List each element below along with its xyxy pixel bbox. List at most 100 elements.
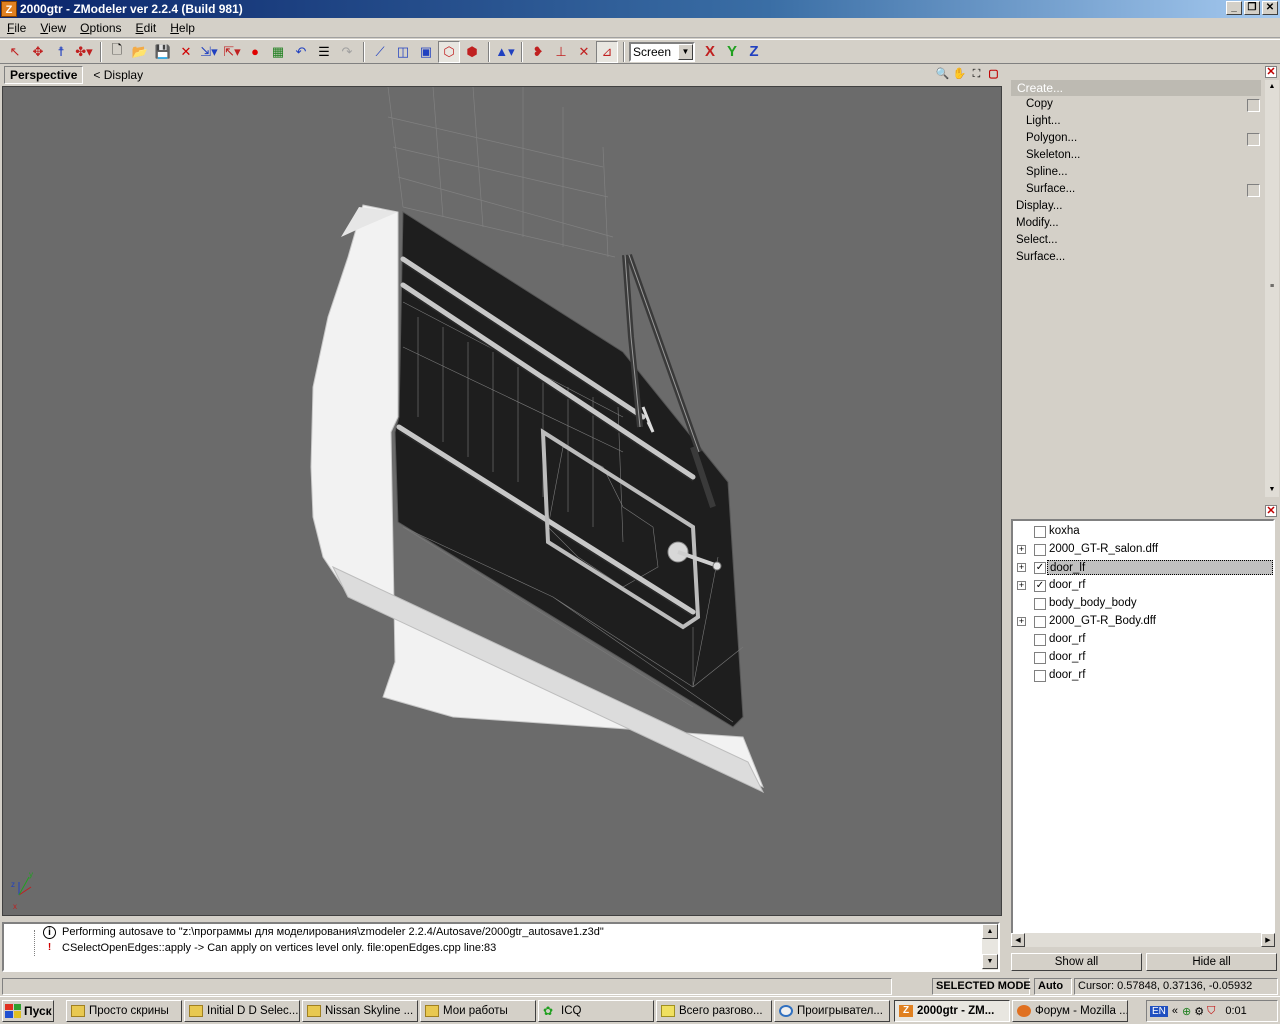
expand-plus-icon[interactable]: +	[1017, 545, 1026, 554]
wireframe-mode-icon[interactable]: ⬡	[438, 40, 460, 63]
taskbar-item[interactable]: Initial D D Selec...	[184, 1000, 300, 1022]
group-modify[interactable]: Modify...	[1016, 217, 1059, 229]
hide-all-button[interactable]: Hide all	[1146, 953, 1277, 971]
scroll-down-icon[interactable]: ▼	[1265, 483, 1279, 497]
expand-plus-icon[interactable]: +	[1017, 563, 1026, 572]
expand-plus-icon[interactable]: +	[1017, 581, 1026, 590]
visibility-checkbox[interactable]: ✓	[1034, 562, 1046, 574]
tree-item[interactable]: door_rf	[1013, 631, 1273, 649]
taskbar-item[interactable]: Nissan Skyline ...	[302, 1000, 418, 1022]
export-icon[interactable]: ⇱▾	[221, 41, 243, 63]
mode-dropdown-icon[interactable]: ✤▾	[73, 41, 95, 63]
minimize-button[interactable]: _	[1226, 1, 1242, 15]
create-header[interactable]: Create...	[1011, 80, 1261, 96]
network-icon[interactable]: ⊕	[1182, 1005, 1191, 1018]
menu-edit[interactable]: Edit	[129, 21, 164, 35]
create-panel-scrollbar[interactable]: ▲ ≡ ▼	[1265, 80, 1279, 497]
scroll-down-icon[interactable]: ▼	[982, 954, 998, 969]
vertex-level-icon[interactable]: ⟋	[369, 41, 391, 63]
create-surface-box[interactable]	[1247, 184, 1260, 197]
object-tree[interactable]: koxha + 2000_GT-R_salon.dff + ✓ door_lf …	[1011, 519, 1275, 939]
scroll-up-icon[interactable]: ▲	[1265, 80, 1279, 94]
taskbar-item[interactable]: ✿ ICQ	[538, 1000, 654, 1022]
create-light[interactable]: Light...	[1026, 115, 1061, 127]
axis-y-button[interactable]: Y	[721, 41, 743, 63]
visibility-checkbox[interactable]: ✓	[1034, 580, 1046, 592]
viewport-display-toggle[interactable]: < Display	[93, 68, 143, 82]
menu-file[interactable]: File	[0, 21, 33, 35]
taskbar-item-active[interactable]: Z 2000gtr - ZM...	[894, 1000, 1010, 1022]
tree-item[interactable]: + ✓ door_rf	[1013, 577, 1273, 595]
redo-icon[interactable]: ↷	[336, 41, 358, 63]
create-copy-box[interactable]	[1247, 99, 1260, 112]
close-button[interactable]: ✕	[1262, 1, 1278, 15]
world-axes-icon[interactable]: ✕	[573, 41, 595, 63]
create-surface[interactable]: Surface...	[1026, 183, 1075, 195]
taskbar-item[interactable]: Проигрывател...	[774, 1000, 890, 1022]
object-tree-hscrollbar[interactable]: ◀ ▶	[1011, 933, 1275, 947]
move-tool-icon[interactable]: ✥	[27, 41, 49, 63]
taskbar-item[interactable]: Мои работы	[420, 1000, 536, 1022]
create-copy[interactable]: Copy	[1026, 98, 1053, 110]
undo-icon[interactable]: ↶	[290, 41, 312, 63]
figure-tool-icon[interactable]: ☨	[50, 41, 72, 63]
viewport-close-icon[interactable]: ▢	[985, 66, 1002, 83]
scroll-up-icon[interactable]: ▲	[982, 924, 998, 939]
create-spline[interactable]: Spline...	[1026, 166, 1068, 178]
visibility-checkbox[interactable]	[1034, 544, 1046, 556]
save-file-icon[interactable]: 💾	[152, 41, 174, 63]
pan-hand-icon[interactable]: ✋	[951, 66, 968, 83]
tree-item[interactable]: + ✓ door_lf	[1013, 559, 1273, 577]
taskbar-item[interactable]: Форум - Mozilla ...	[1012, 1000, 1128, 1022]
import-icon[interactable]: ⇲▾	[198, 41, 220, 63]
delete-icon[interactable]: ✕	[175, 41, 197, 63]
create-panel-close-icon[interactable]: ✕	[1265, 66, 1277, 78]
objects-panel-close-icon[interactable]: ✕	[1265, 505, 1277, 517]
box-mode-icon[interactable]: ⬢	[461, 41, 483, 63]
snap-icon[interactable]: ❥	[527, 41, 549, 63]
tree-item[interactable]: + 2000_GT-R_Body.dff	[1013, 613, 1273, 631]
visibility-checkbox[interactable]	[1034, 526, 1046, 538]
axis-x-button[interactable]: X	[699, 41, 721, 63]
scroll-left-icon[interactable]: ◀	[1011, 933, 1025, 947]
scroll-grip-icon[interactable]: ≡	[1265, 280, 1279, 294]
scroll-right-icon[interactable]: ▶	[1261, 933, 1275, 947]
taskbar-item[interactable]: Всего разгово...	[656, 1000, 772, 1022]
group-display[interactable]: Display...	[1016, 200, 1062, 212]
show-all-button[interactable]: Show all	[1011, 953, 1142, 971]
maximize-viewport-icon[interactable]: ⛶	[968, 66, 985, 83]
antivirus-icon[interactable]: ⚙	[1194, 1005, 1204, 1018]
local-axes-icon[interactable]: ⊥	[550, 41, 572, 63]
viewport-tab-perspective[interactable]: Perspective	[4, 66, 84, 84]
record-icon[interactable]: ●	[244, 41, 266, 63]
axis-gizmo-icon[interactable]: ▲▾	[494, 41, 516, 63]
visibility-checkbox[interactable]	[1034, 598, 1046, 610]
language-indicator[interactable]: EN	[1150, 1005, 1168, 1017]
object-level-icon[interactable]: ▣	[415, 41, 437, 63]
tree-item[interactable]: body_body_body	[1013, 595, 1273, 613]
create-polygon-box[interactable]	[1247, 133, 1260, 146]
axis-z-button[interactable]: Z	[743, 41, 765, 63]
start-button[interactable]: Пуск	[2, 999, 54, 1022]
tree-item[interactable]: koxha	[1013, 523, 1273, 541]
tree-item[interactable]: door_rf	[1013, 667, 1273, 685]
polygon-level-icon[interactable]: ◫	[392, 41, 414, 63]
menu-view[interactable]: View	[33, 21, 73, 35]
tray-expand-icon[interactable]: «	[1172, 1005, 1178, 1017]
restore-button[interactable]: ❐	[1244, 1, 1260, 15]
coord-mode-select[interactable]: Screen ▼	[629, 41, 695, 62]
visibility-checkbox[interactable]	[1034, 616, 1046, 628]
visibility-checkbox[interactable]	[1034, 670, 1046, 682]
viewport-perspective[interactable]: z x y	[2, 86, 1002, 916]
create-skeleton[interactable]: Skeleton...	[1026, 149, 1080, 161]
chevron-down-icon[interactable]: ▼	[678, 43, 693, 60]
group-select[interactable]: Select...	[1016, 234, 1058, 246]
tree-item[interactable]: + 2000_GT-R_salon.dff	[1013, 541, 1273, 559]
texture-icon[interactable]: ▦	[267, 41, 289, 63]
visibility-checkbox[interactable]	[1034, 634, 1046, 646]
screen-axes-icon[interactable]: ⊿	[596, 40, 618, 63]
log-scrollbar[interactable]: ▲ ▼	[982, 924, 998, 970]
menu-help[interactable]: Help	[163, 21, 202, 35]
open-file-icon[interactable]: 📂	[129, 41, 151, 63]
create-polygon[interactable]: Polygon...	[1026, 132, 1077, 144]
